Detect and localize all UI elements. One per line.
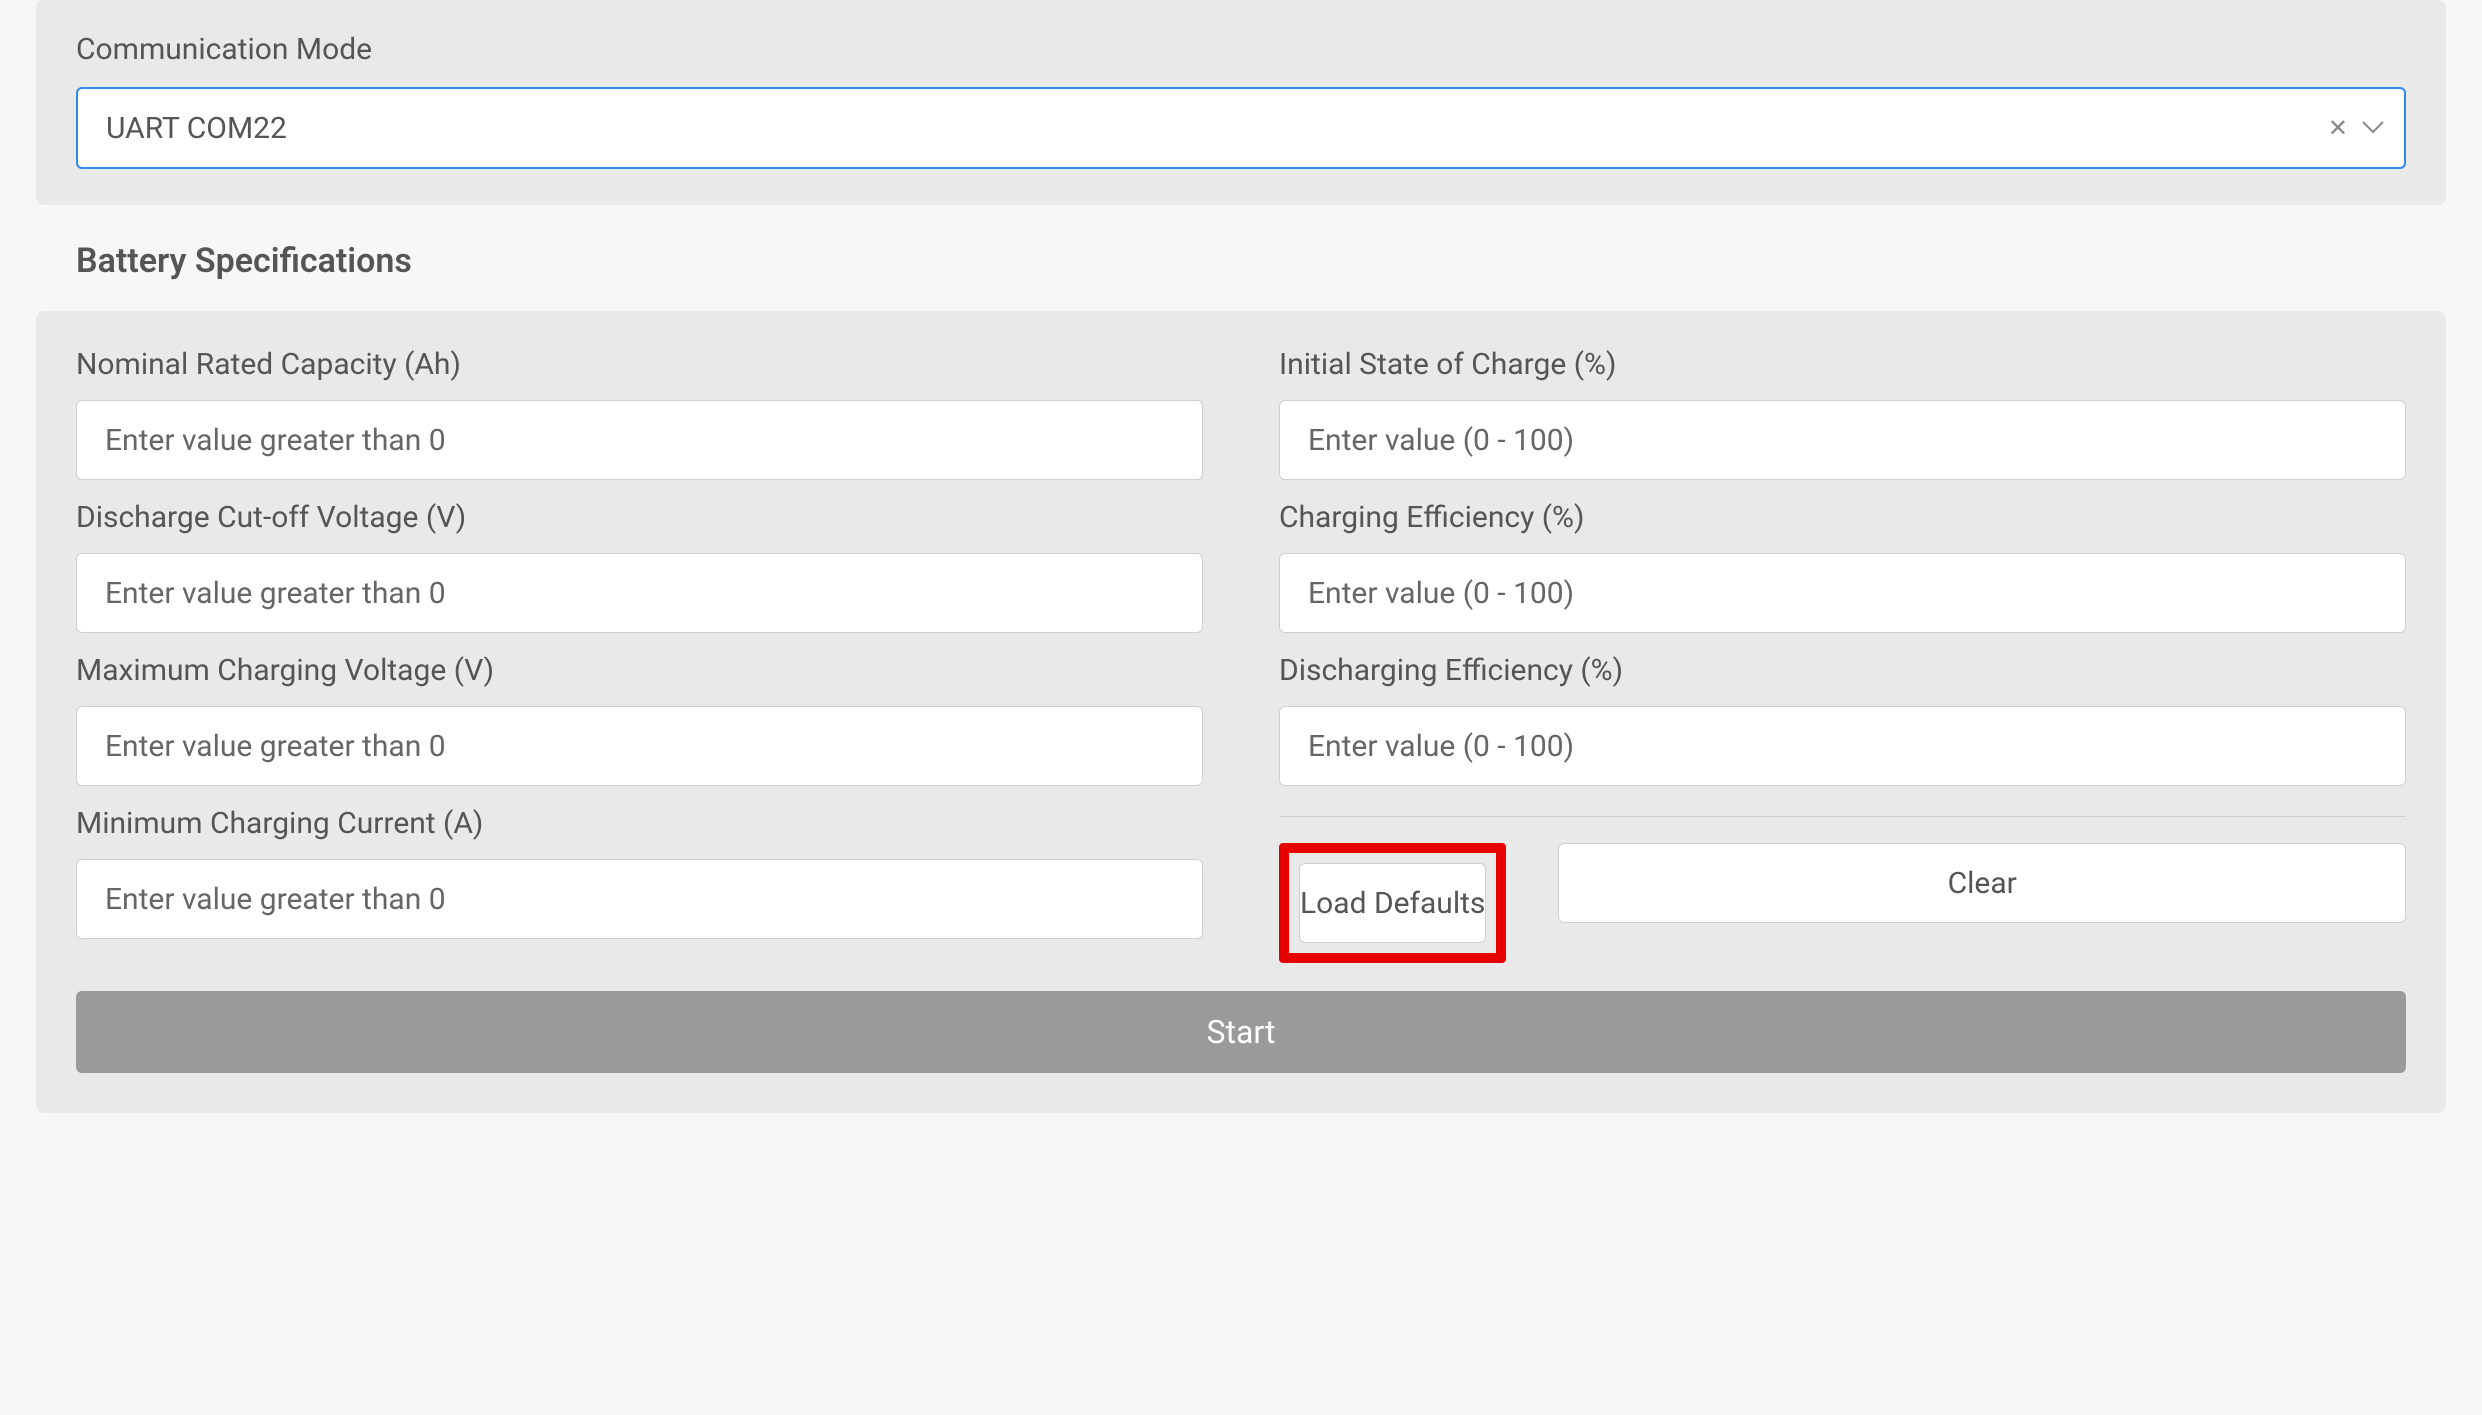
charging-eff-label: Charging Efficiency (%)	[1279, 500, 2406, 535]
initial-soc-label: Initial State of Charge (%)	[1279, 347, 2406, 382]
initial-soc-input[interactable]	[1279, 400, 2406, 480]
communication-mode-select[interactable]: UART COM22	[76, 87, 2406, 169]
nominal-capacity-label: Nominal Rated Capacity (Ah)	[76, 347, 1203, 382]
communication-panel: Communication Mode UART COM22 ✕	[36, 0, 2446, 205]
charging-eff-input[interactable]	[1279, 553, 2406, 633]
discharging-eff-input[interactable]	[1279, 706, 2406, 786]
nominal-capacity-input[interactable]	[76, 400, 1203, 480]
max-charge-voltage-input[interactable]	[76, 706, 1203, 786]
min-charge-current-label: Minimum Charging Current (A)	[76, 806, 1203, 841]
battery-specifications-title: Battery Specifications	[76, 241, 2446, 281]
communication-mode-value: UART COM22	[106, 111, 287, 146]
max-charge-voltage-label: Maximum Charging Voltage (V)	[76, 653, 1203, 688]
load-defaults-button[interactable]: Load Defaults	[1299, 863, 1486, 943]
clear-button[interactable]: Clear	[1558, 843, 2406, 923]
discharge-cutoff-label: Discharge Cut-off Voltage (V)	[76, 500, 1203, 535]
communication-mode-label: Communication Mode	[76, 32, 2406, 67]
discharging-eff-label: Discharging Efficiency (%)	[1279, 653, 2406, 688]
battery-specifications-panel: Nominal Rated Capacity (Ah) Discharge Cu…	[36, 311, 2446, 1113]
start-button[interactable]: Start	[76, 991, 2406, 1073]
divider	[1279, 816, 2406, 817]
clear-selection-icon[interactable]: ✕	[2328, 114, 2348, 142]
load-defaults-highlight: Load Defaults	[1279, 843, 1506, 963]
min-charge-current-input[interactable]	[76, 859, 1203, 939]
chevron-down-icon[interactable]	[2362, 121, 2384, 135]
discharge-cutoff-input[interactable]	[76, 553, 1203, 633]
